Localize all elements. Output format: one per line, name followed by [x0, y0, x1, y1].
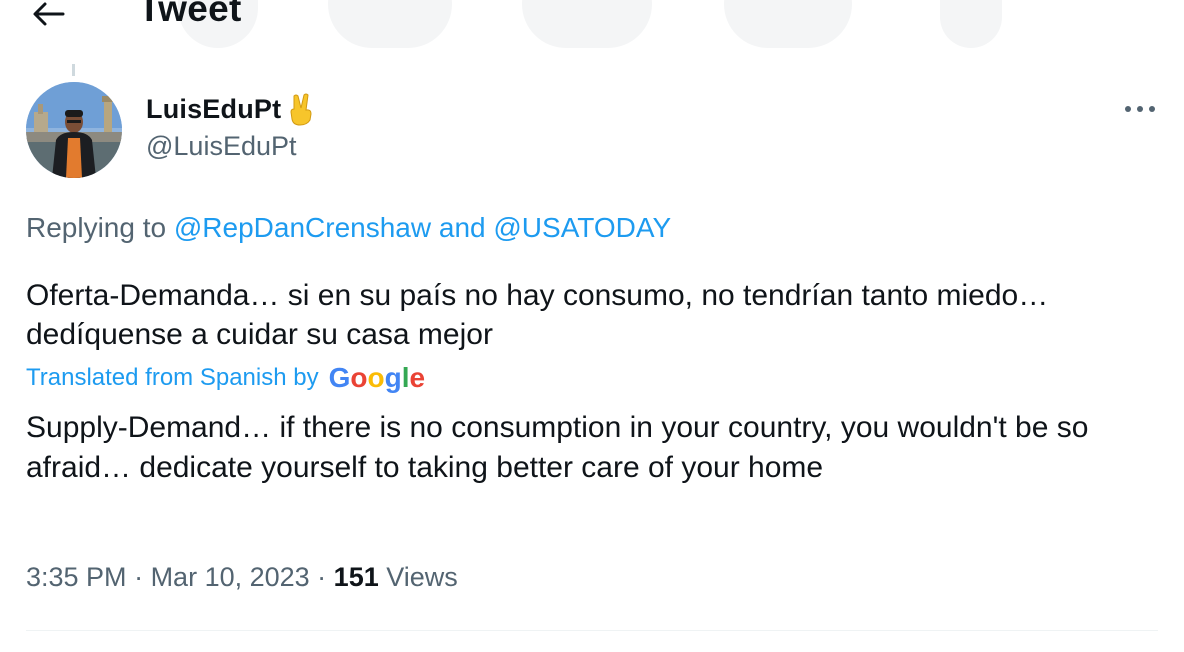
page-title: Tweet: [138, 0, 242, 29]
separator: ·: [126, 562, 151, 592]
profile-photo: [26, 82, 122, 178]
top-bar: Tweet: [0, 0, 1184, 48]
author-name-link[interactable]: LuisEduPt: [146, 92, 317, 126]
replying-to-label: Replying to: [26, 212, 174, 243]
conjunction: and: [431, 212, 494, 243]
more-options-button[interactable]: [1118, 92, 1162, 126]
google-logo: Google: [328, 362, 426, 393]
arrow-left-icon: [33, 2, 65, 26]
tweet-date[interactable]: Mar 10, 2023: [151, 562, 310, 592]
faded-pill: [328, 0, 452, 48]
tweet-text: Oferta-Demanda… si en su país no hay con…: [26, 279, 1049, 351]
translated-label: Translated from Spanish by: [26, 364, 319, 391]
tweet-time[interactable]: 3:35 PM: [26, 562, 127, 592]
divider: [26, 630, 1158, 631]
views-label: Views: [378, 562, 458, 592]
views-count: 151: [333, 562, 379, 592]
separator: ·: [309, 562, 334, 592]
mention-link[interactable]: @USATODAY: [493, 212, 671, 243]
avatar[interactable]: [26, 82, 122, 178]
faded-pill: [940, 0, 1002, 48]
tweet-metadata: 3:35 PM · Mar 10, 2023 · 151 Views: [26, 562, 458, 593]
mention-link[interactable]: @RepDanCrenshaw: [174, 212, 431, 243]
display-name: LuisEduPt: [146, 93, 282, 124]
translated-text: Supply-Demand… if there is no consumptio…: [26, 411, 1089, 484]
translation-attribution: Translated from Spanish by Google: [26, 362, 425, 394]
thread-connector: [72, 64, 75, 76]
faded-pill: [724, 0, 852, 48]
victory-hand-emoji: [285, 92, 317, 126]
replying-to: Replying to @RepDanCrenshaw and @USATODA…: [26, 212, 671, 244]
back-button[interactable]: [26, 0, 70, 34]
ellipsis-icon: [1125, 106, 1155, 112]
user-handle[interactable]: @LuisEduPt: [146, 131, 297, 162]
faded-pill: [522, 0, 652, 48]
